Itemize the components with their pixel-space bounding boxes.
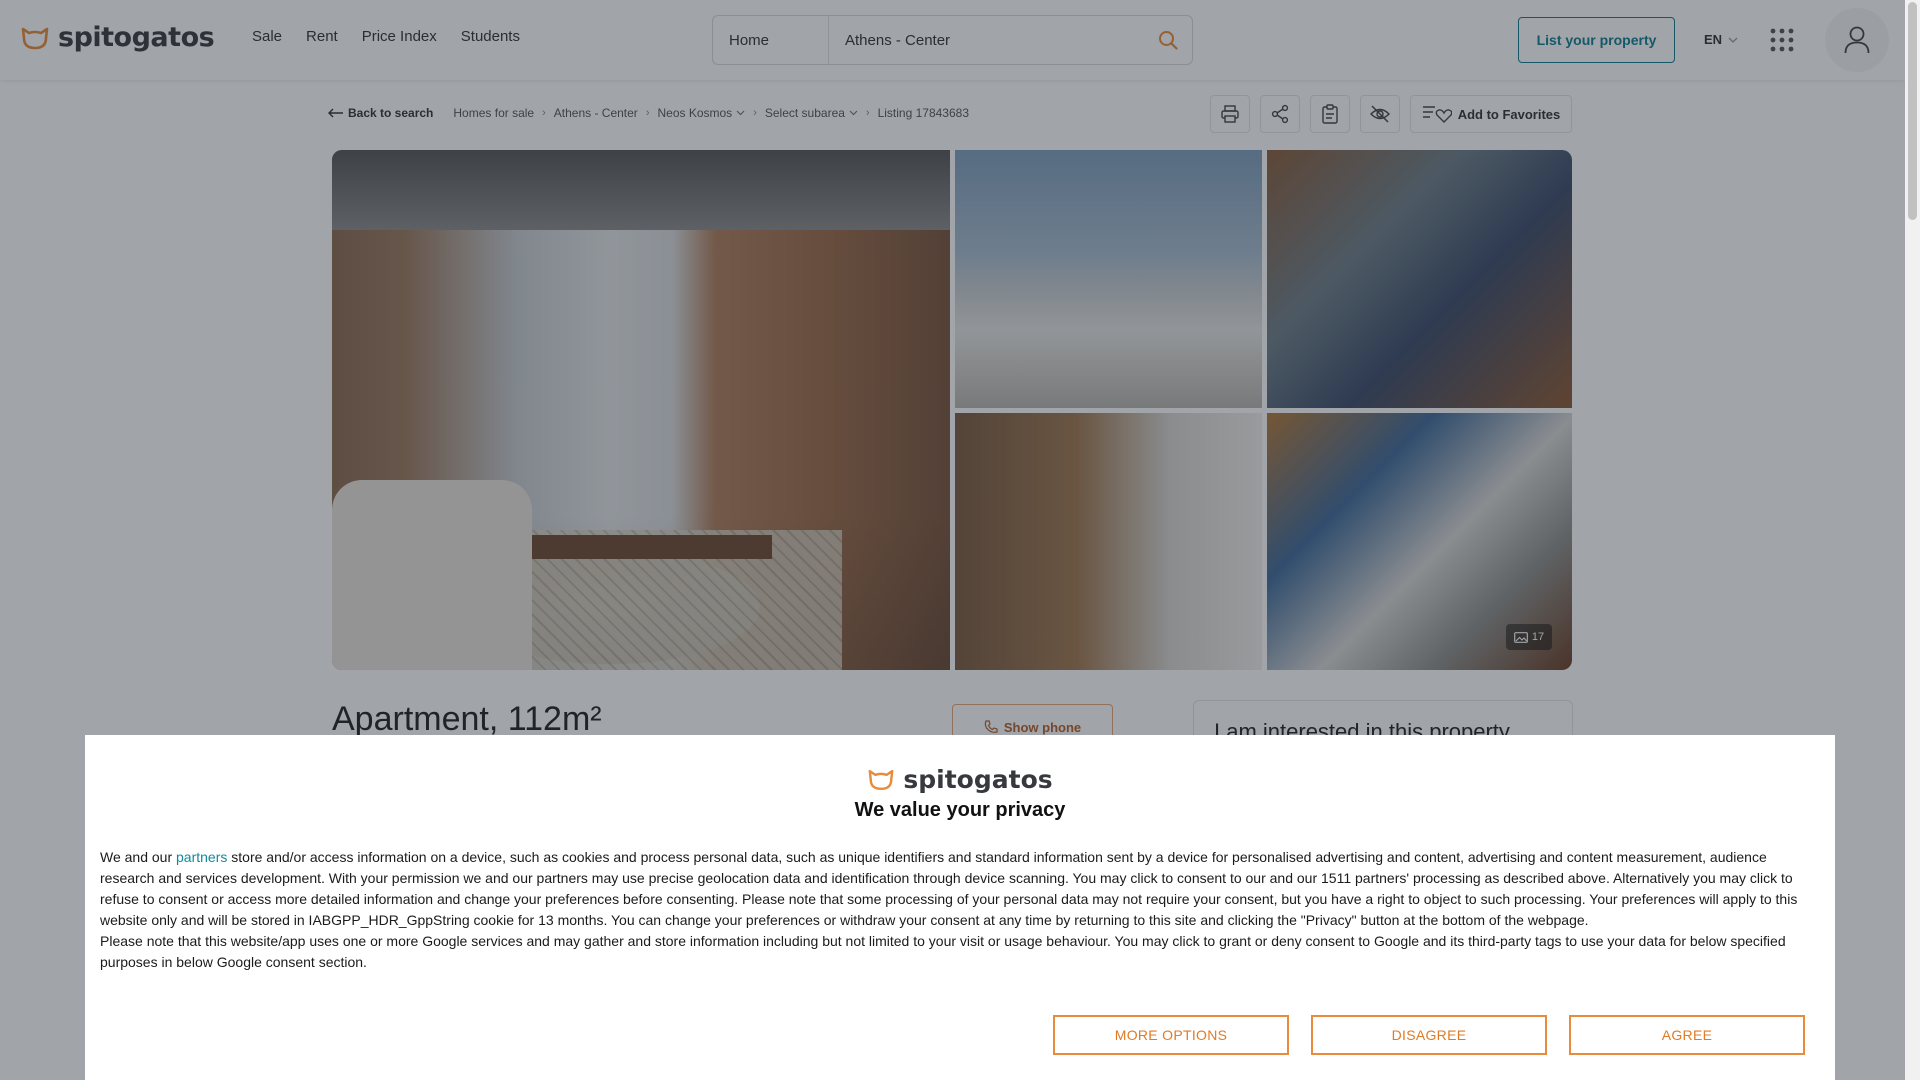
privacy-consent-dialog: spitogatos We value your privacy We and … — [85, 735, 1835, 1080]
disagree-button[interactable]: DISAGREE — [1311, 1015, 1547, 1055]
partners-link[interactable]: partners — [176, 849, 227, 865]
consent-intro: We and our — [100, 849, 173, 865]
consent-logo-text: spitogatos — [903, 765, 1053, 794]
consent-paragraph-2: Please note that this website/app uses o… — [100, 933, 1786, 970]
cat-logo-icon — [868, 769, 894, 791]
scrollbar-thumb[interactable] — [1908, 2, 1917, 220]
page-scrollbar[interactable] — [1905, 0, 1920, 1080]
consent-logo: spitogatos — [85, 765, 1835, 794]
consent-heading: We value your privacy — [854, 799, 1066, 821]
consent-buttons: MORE OPTIONS DISAGREE AGREE — [1053, 1015, 1805, 1055]
consent-paragraph-1-text: store and/or access information on a dev… — [100, 849, 1798, 928]
consent-body: We and our partners store and/or access … — [100, 847, 1815, 973]
more-options-button[interactable]: MORE OPTIONS — [1053, 1015, 1289, 1055]
consent-paragraph-1: We and our partners store and/or access … — [100, 847, 1815, 931]
agree-button[interactable]: AGREE — [1569, 1015, 1805, 1055]
